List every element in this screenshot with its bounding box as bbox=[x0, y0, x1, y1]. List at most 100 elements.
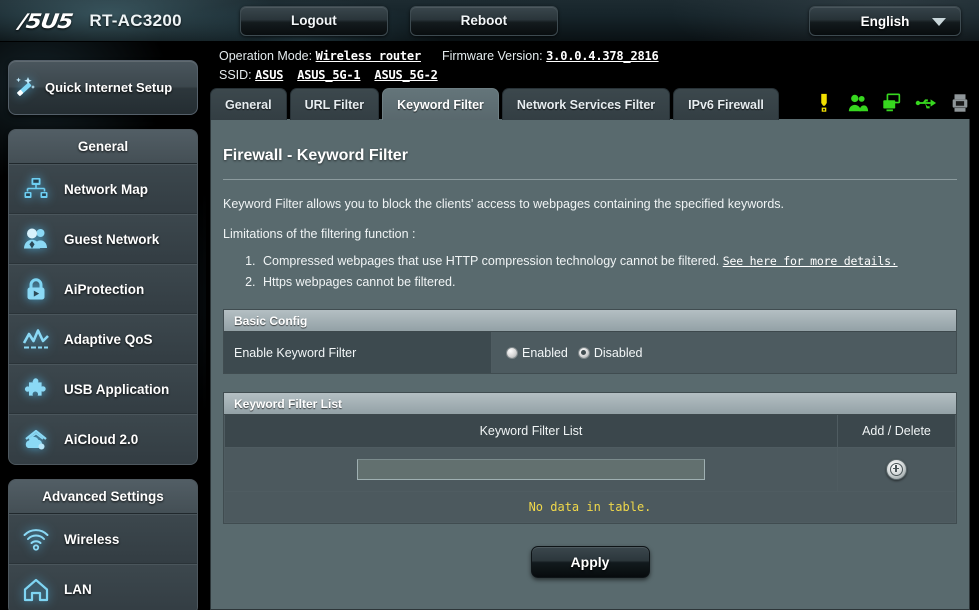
sidebar-item-label: Guest Network bbox=[64, 231, 160, 247]
notification-warning-icon[interactable] bbox=[813, 92, 835, 114]
right-edge-gutter bbox=[970, 42, 979, 610]
sidebar-item-label: LAN bbox=[64, 582, 92, 597]
usb-application-puzzle-icon bbox=[21, 374, 51, 404]
status-icon-tray bbox=[813, 92, 971, 114]
table-header-row: Keyword Filter List Add / Delete bbox=[224, 415, 956, 448]
language-selector[interactable]: English bbox=[809, 6, 961, 36]
firewall-tab-bar: General URL Filter Keyword Filter Networ… bbox=[210, 88, 782, 120]
top-header-bar: /5U5 RT-AC3200 Logout Reboot English bbox=[0, 0, 979, 42]
enable-keyword-filter-options: Enabled Disabled bbox=[492, 332, 956, 373]
sidebar-item-adaptive-qos[interactable]: Adaptive QoS bbox=[9, 314, 197, 364]
radio-enabled-indicator[interactable] bbox=[506, 346, 518, 359]
sidebar-item-label: USB Application bbox=[64, 381, 170, 397]
limitations-list: Compressed webpages that use HTTP compre… bbox=[211, 251, 969, 293]
guest-network-icon bbox=[21, 224, 51, 254]
lan-house-icon bbox=[21, 575, 51, 605]
enable-keyword-filter-label: Enable Keyword Filter bbox=[224, 332, 492, 373]
printer-icon[interactable] bbox=[949, 92, 971, 114]
sidebar-item-wireless[interactable]: Wireless bbox=[9, 514, 197, 564]
aiprotection-lock-icon bbox=[21, 274, 51, 304]
radio-disabled-indicator[interactable] bbox=[577, 346, 590, 359]
keyword-entry-row bbox=[224, 446, 956, 492]
radio-disabled[interactable]: Disabled bbox=[577, 345, 643, 360]
sidebar-group-general: General Network Map Guest Network AiProt… bbox=[8, 129, 198, 465]
ssid-value-2[interactable]: ASUS_5G-1 bbox=[297, 68, 360, 82]
radio-disabled-label: Disabled bbox=[593, 345, 643, 360]
firmware-version-label: Firmware Version: bbox=[441, 49, 543, 63]
sidebar-item-usb-application[interactable]: USB Application bbox=[9, 364, 197, 414]
page-description: Keyword Filter allows you to block the c… bbox=[223, 197, 785, 211]
sidebar-item-network-map[interactable]: Network Map bbox=[9, 164, 197, 214]
main-content-panel: Firewall - Keyword Filter Keyword Filter… bbox=[210, 119, 970, 610]
tab-general[interactable]: General bbox=[210, 88, 287, 120]
keyword-filter-table: Keyword Filter List Add / Delete bbox=[224, 415, 956, 492]
radio-enabled[interactable]: Enabled bbox=[506, 346, 568, 360]
keyword-input-cell bbox=[224, 446, 838, 492]
sidebar-item-label: Adaptive QoS bbox=[64, 331, 153, 347]
tab-ipv6-firewall[interactable]: IPv6 Firewall bbox=[673, 88, 779, 120]
keyword-input[interactable] bbox=[357, 458, 705, 480]
network-map-icon bbox=[21, 174, 51, 204]
basic-config-section: Basic Config Enable Keyword Filter Enabl… bbox=[223, 309, 957, 374]
logout-button[interactable]: Logout bbox=[239, 5, 388, 36]
sidebar-item-label: Network Map bbox=[64, 181, 149, 197]
sidebar-item-guest-network[interactable]: Guest Network bbox=[9, 214, 197, 264]
basic-config-section-title: Basic Config bbox=[224, 310, 956, 332]
chevron-down-icon bbox=[932, 18, 946, 26]
column-header-add-delete: Add / Delete bbox=[837, 415, 956, 448]
router-admin-page: /5U5 RT-AC3200 Logout Reboot English Ope… bbox=[0, 0, 979, 610]
add-keyword-button[interactable] bbox=[886, 458, 907, 480]
limitation-text: Https webpages cannot be filtered. bbox=[263, 275, 456, 289]
sidebar-item-label: AiCloud 2.0 bbox=[64, 432, 139, 447]
sidebar-group-advanced-settings: Advanced Settings Wireless LAN bbox=[8, 479, 198, 610]
sidebar-item-label: Wireless bbox=[64, 531, 120, 547]
sidebar-group-general-title: General bbox=[9, 130, 197, 164]
radio-enabled-label: Enabled bbox=[522, 345, 568, 360]
apply-button-row: Apply bbox=[211, 545, 969, 578]
guest-network-users-icon[interactable] bbox=[847, 92, 869, 114]
tab-url-filter[interactable]: URL Filter bbox=[289, 88, 380, 120]
operation-mode-value[interactable]: Wireless router bbox=[316, 49, 422, 63]
adaptive-qos-icon bbox=[21, 324, 51, 354]
more-details-link[interactable]: See here for more details. bbox=[723, 254, 898, 268]
keyword-filter-table-body bbox=[224, 446, 956, 492]
usb-device-icon[interactable] bbox=[915, 92, 937, 114]
ssid-value-1[interactable]: ASUS bbox=[255, 68, 283, 82]
enable-keyword-filter-row: Enable Keyword Filter Enabled Disabled bbox=[224, 332, 956, 373]
firmware-version-value[interactable]: 3.0.0.4.378_2816 bbox=[546, 49, 659, 63]
apply-button[interactable]: Apply bbox=[530, 545, 650, 578]
add-plus-icon bbox=[890, 462, 903, 476]
router-info-text: Operation Mode: Wireless router Firmware… bbox=[219, 47, 659, 85]
info-line-2: SSID: ASUS ASUS_5G-1 ASUS_5G-2 bbox=[219, 66, 659, 85]
sidebar-navigation: Quick Internet Setup General Network Map… bbox=[0, 42, 206, 610]
wireless-signal-icon bbox=[21, 524, 51, 554]
asus-logo: /5U5 bbox=[17, 8, 74, 33]
keyword-filter-list-section-title: Keyword Filter List bbox=[224, 393, 956, 415]
quick-internet-setup-button[interactable]: Quick Internet Setup bbox=[8, 60, 198, 115]
limitation-item: Https webpages cannot be filtered. bbox=[259, 272, 969, 293]
column-header-keyword: Keyword Filter List bbox=[224, 415, 838, 448]
sidebar-item-aicloud[interactable]: AiCloud 2.0 bbox=[9, 414, 197, 464]
page-title: Firewall - Keyword Filter bbox=[223, 147, 408, 164]
basic-config-body: Enable Keyword Filter Enabled Disabled bbox=[224, 332, 956, 373]
add-button-cell bbox=[837, 446, 956, 492]
keyword-filter-list-section: Keyword Filter List Keyword Filter List … bbox=[223, 392, 957, 524]
sidebar-item-label: AiProtection bbox=[64, 281, 145, 297]
aicloud-icon bbox=[21, 425, 51, 455]
empty-table-message: No data in table. bbox=[224, 491, 956, 523]
tab-keyword-filter[interactable]: Keyword Filter bbox=[382, 88, 499, 120]
router-model-name: RT-AC3200 bbox=[89, 10, 182, 30]
keyword-filter-table-head: Keyword Filter List Add / Delete bbox=[224, 415, 956, 448]
sidebar-item-lan[interactable]: LAN bbox=[9, 564, 197, 610]
language-selector-label: English bbox=[860, 13, 910, 29]
tab-network-services-filter[interactable]: Network Services Filter bbox=[501, 88, 671, 120]
ssid-value-3[interactable]: ASUS_5G-2 bbox=[374, 68, 437, 82]
reboot-button[interactable]: Reboot bbox=[409, 5, 558, 36]
limitation-item: Compressed webpages that use HTTP compre… bbox=[259, 251, 969, 272]
limitation-text: Compressed webpages that use HTTP compre… bbox=[263, 254, 720, 268]
sidebar-item-aiprotection[interactable]: AiProtection bbox=[9, 264, 197, 314]
connected-clients-monitor-icon[interactable] bbox=[881, 92, 903, 114]
info-line-1: Operation Mode: Wireless router Firmware… bbox=[219, 47, 659, 66]
operation-mode-label: Operation Mode: bbox=[219, 49, 313, 63]
ssid-label: SSID: bbox=[219, 68, 252, 82]
